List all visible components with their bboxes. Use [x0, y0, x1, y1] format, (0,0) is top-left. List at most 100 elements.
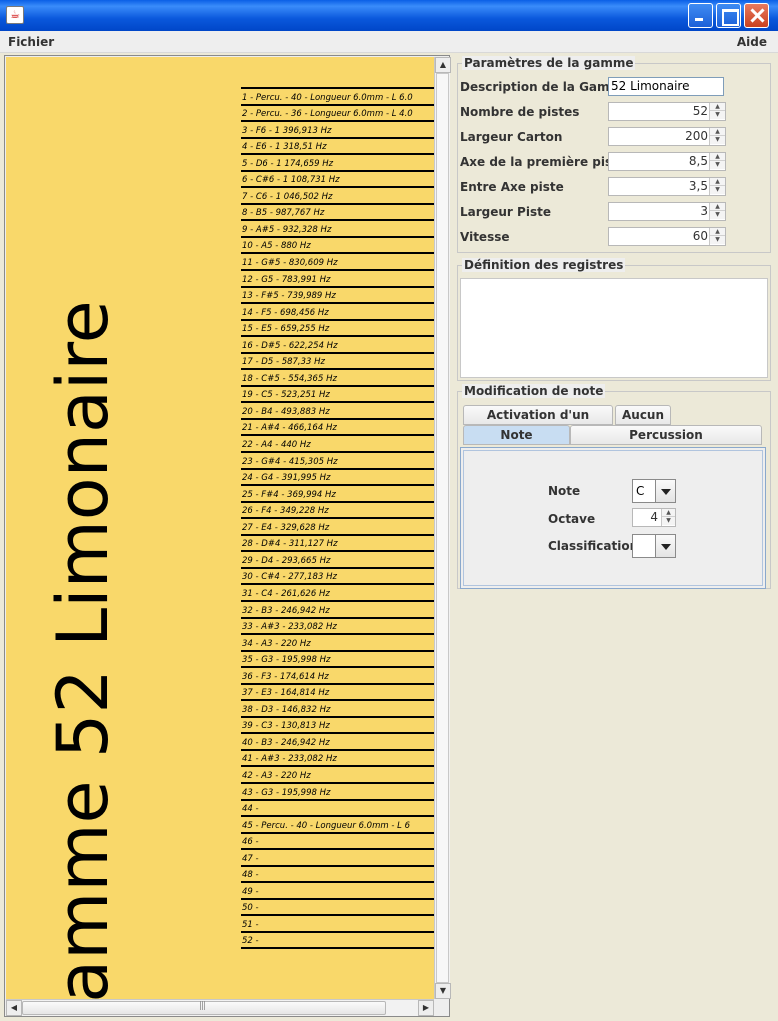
title-bar: ☕	[0, 0, 778, 31]
track-label: 51 -	[242, 919, 259, 930]
description-label: Description de la Gamme	[460, 80, 631, 94]
spinner-down-icon[interactable]: ▼	[710, 161, 725, 169]
horizontal-scroll-thumb[interactable]	[22, 1001, 386, 1015]
spinner-down-icon[interactable]: ▼	[710, 136, 725, 144]
spinner-up-icon[interactable]: ▲	[710, 203, 725, 211]
registres-list[interactable]	[460, 278, 768, 378]
menu-fichier[interactable]: Fichier	[8, 35, 54, 49]
track-label: 5 - D6 - 1 174,659 Hz	[242, 158, 334, 169]
track-label: 1 - Percu. - 40 - Longueur 6.0mm - L 6.0	[242, 92, 413, 103]
track-label: 20 - B4 - 493,883 Hz	[242, 406, 330, 417]
largeur-piste-spinner[interactable]: 3 ▲ ▼	[608, 202, 726, 221]
tab-note[interactable]: Note	[463, 425, 570, 445]
spinner-down-icon[interactable]: ▼	[710, 236, 725, 244]
track-label: 49 -	[242, 886, 259, 897]
registres-fieldset: Définition des registres	[457, 258, 771, 381]
track-row: 40 - B3 - 246,942 Hz	[241, 734, 434, 751]
vitesse-spinner[interactable]: 60 ▲ ▼	[608, 227, 726, 246]
track-row: 33 - A#3 - 233,082 Hz	[241, 619, 434, 636]
track-label: 3 - F6 - 1 396,913 Hz	[242, 125, 332, 136]
tab-percussion[interactable]: Percussion	[570, 425, 762, 445]
largeur-carton-value[interactable]: 200	[685, 129, 708, 143]
vitesse-value[interactable]: 60	[693, 229, 708, 243]
note-tab-panel: Note C Octave 4 ▲ ▼ Classification	[460, 447, 766, 589]
spinner-up-icon[interactable]: ▲	[710, 103, 725, 111]
scroll-left-icon[interactable]: ◀	[6, 1000, 22, 1016]
axe-premiere-value[interactable]: 8,5	[689, 154, 708, 168]
octave-value[interactable]: 4	[650, 510, 658, 524]
track-row: 35 - G3 - 195,998 Hz	[241, 652, 434, 669]
spinner-up-icon[interactable]: ▲	[710, 153, 725, 161]
horizontal-scrollbar[interactable]: ◀ ▶	[6, 999, 434, 1016]
spinner-down-icon[interactable]: ▼	[662, 517, 675, 525]
track-row: 19 - C5 - 523,251 Hz	[241, 387, 434, 404]
axe-premiere-spinner[interactable]: 8,5 ▲ ▼	[608, 152, 726, 171]
scroll-up-icon[interactable]: ▲	[435, 57, 451, 73]
entre-axe-value[interactable]: 3,5	[689, 179, 708, 193]
spinner-up-icon[interactable]: ▲	[662, 509, 675, 517]
scroll-down-icon[interactable]: ▼	[435, 983, 451, 999]
track-row: 23 - G#4 - 415,305 Hz	[241, 453, 434, 470]
track-label: 33 - A#3 - 233,082 Hz	[242, 622, 337, 633]
tab-aucun[interactable]: Aucun	[615, 405, 671, 425]
track-row: 3 - F6 - 1 396,913 Hz	[241, 122, 434, 139]
spinner-down-icon[interactable]: ▼	[710, 111, 725, 119]
track-row: 45 - Percu. - 40 - Longueur 6.0mm - L 6	[241, 817, 434, 834]
entre-axe-spinner[interactable]: 3,5 ▲ ▼	[608, 177, 726, 196]
track-row: 25 - F#4 - 369,994 Hz	[241, 486, 434, 503]
minimize-button[interactable]	[688, 3, 713, 28]
note-combo-value: C	[636, 484, 645, 498]
java-app-icon[interactable]: ☕	[6, 6, 24, 24]
spinner-down-icon[interactable]: ▼	[710, 211, 725, 219]
track-row: 34 - A3 - 220 Hz	[241, 635, 434, 652]
track-row: 48 -	[241, 867, 434, 884]
menu-aide[interactable]: Aide	[737, 35, 767, 49]
vertical-scroll-thumb[interactable]	[436, 73, 449, 983]
track-label: 39 - C3 - 130,813 Hz	[242, 721, 330, 732]
spinner-up-icon[interactable]: ▲	[710, 228, 725, 236]
description-field[interactable]: 52 Limonaire	[608, 77, 724, 96]
track-row: 32 - B3 - 246,942 Hz	[241, 602, 434, 619]
note-label: Note	[548, 484, 581, 498]
nb-pistes-value[interactable]: 52	[693, 104, 708, 118]
track-row: 27 - E4 - 329,628 Hz	[241, 519, 434, 536]
modification-legend: Modification de note	[462, 384, 606, 398]
track-row: 10 - A5 - 880 Hz	[241, 238, 434, 255]
track-label: 46 -	[242, 837, 259, 848]
note-tab-inner: Note C Octave 4 ▲ ▼ Classification	[463, 450, 763, 586]
spinner-up-icon[interactable]: ▲	[710, 128, 725, 136]
track-row: 36 - F3 - 174,614 Hz	[241, 668, 434, 685]
track-label: 45 - Percu. - 40 - Longueur 6.0mm - L 6	[242, 820, 410, 831]
maximize-button[interactable]	[716, 3, 741, 28]
track-label: 13 - F#5 - 739,989 Hz	[242, 291, 336, 302]
largeur-piste-value[interactable]: 3	[700, 204, 708, 218]
spinner-down-icon[interactable]: ▼	[710, 186, 725, 194]
track-label: 44 -	[242, 804, 259, 815]
tab-activation-registre[interactable]: Activation d'un registre	[463, 405, 613, 440]
classification-combo[interactable]	[632, 534, 676, 558]
track-row: 5 - D6 - 1 174,659 Hz	[241, 155, 434, 172]
track-row: 24 - G4 - 391,995 Hz	[241, 470, 434, 487]
carton-preview: Gamme 52 Limonaire 1 - Percu. - 40 - Lon…	[6, 57, 434, 999]
spinner-up-icon[interactable]: ▲	[710, 178, 725, 186]
track-label: 36 - F3 - 174,614 Hz	[242, 671, 329, 682]
largeur-carton-spinner[interactable]: 200 ▲ ▼	[608, 127, 726, 146]
close-button[interactable]	[744, 3, 769, 28]
track-row: 26 - F4 - 349,228 Hz	[241, 503, 434, 520]
params-fieldset: Paramètres de la gamme Description de la…	[457, 56, 771, 253]
track-row: 28 - D#4 - 311,127 Hz	[241, 536, 434, 553]
track-row: 50 -	[241, 900, 434, 917]
track-row: 12 - G5 - 783,991 Hz	[241, 271, 434, 288]
chevron-down-icon[interactable]	[655, 535, 675, 557]
scroll-right-icon[interactable]: ▶	[418, 1000, 434, 1016]
note-combo[interactable]: C	[632, 479, 676, 503]
nb-pistes-spinner[interactable]: 52 ▲ ▼	[608, 102, 726, 121]
track-label: 27 - E4 - 329,628 Hz	[242, 522, 330, 533]
track-row: 39 - C3 - 130,813 Hz	[241, 718, 434, 735]
chevron-down-icon[interactable]	[655, 480, 675, 502]
track-row: 44 -	[241, 801, 434, 818]
track-row: 51 -	[241, 916, 434, 933]
vertical-scrollbar[interactable]: ▲ ▼	[434, 57, 451, 999]
track-row: 30 - C#4 - 277,183 Hz	[241, 569, 434, 586]
octave-spinner[interactable]: 4 ▲ ▼	[632, 508, 676, 527]
